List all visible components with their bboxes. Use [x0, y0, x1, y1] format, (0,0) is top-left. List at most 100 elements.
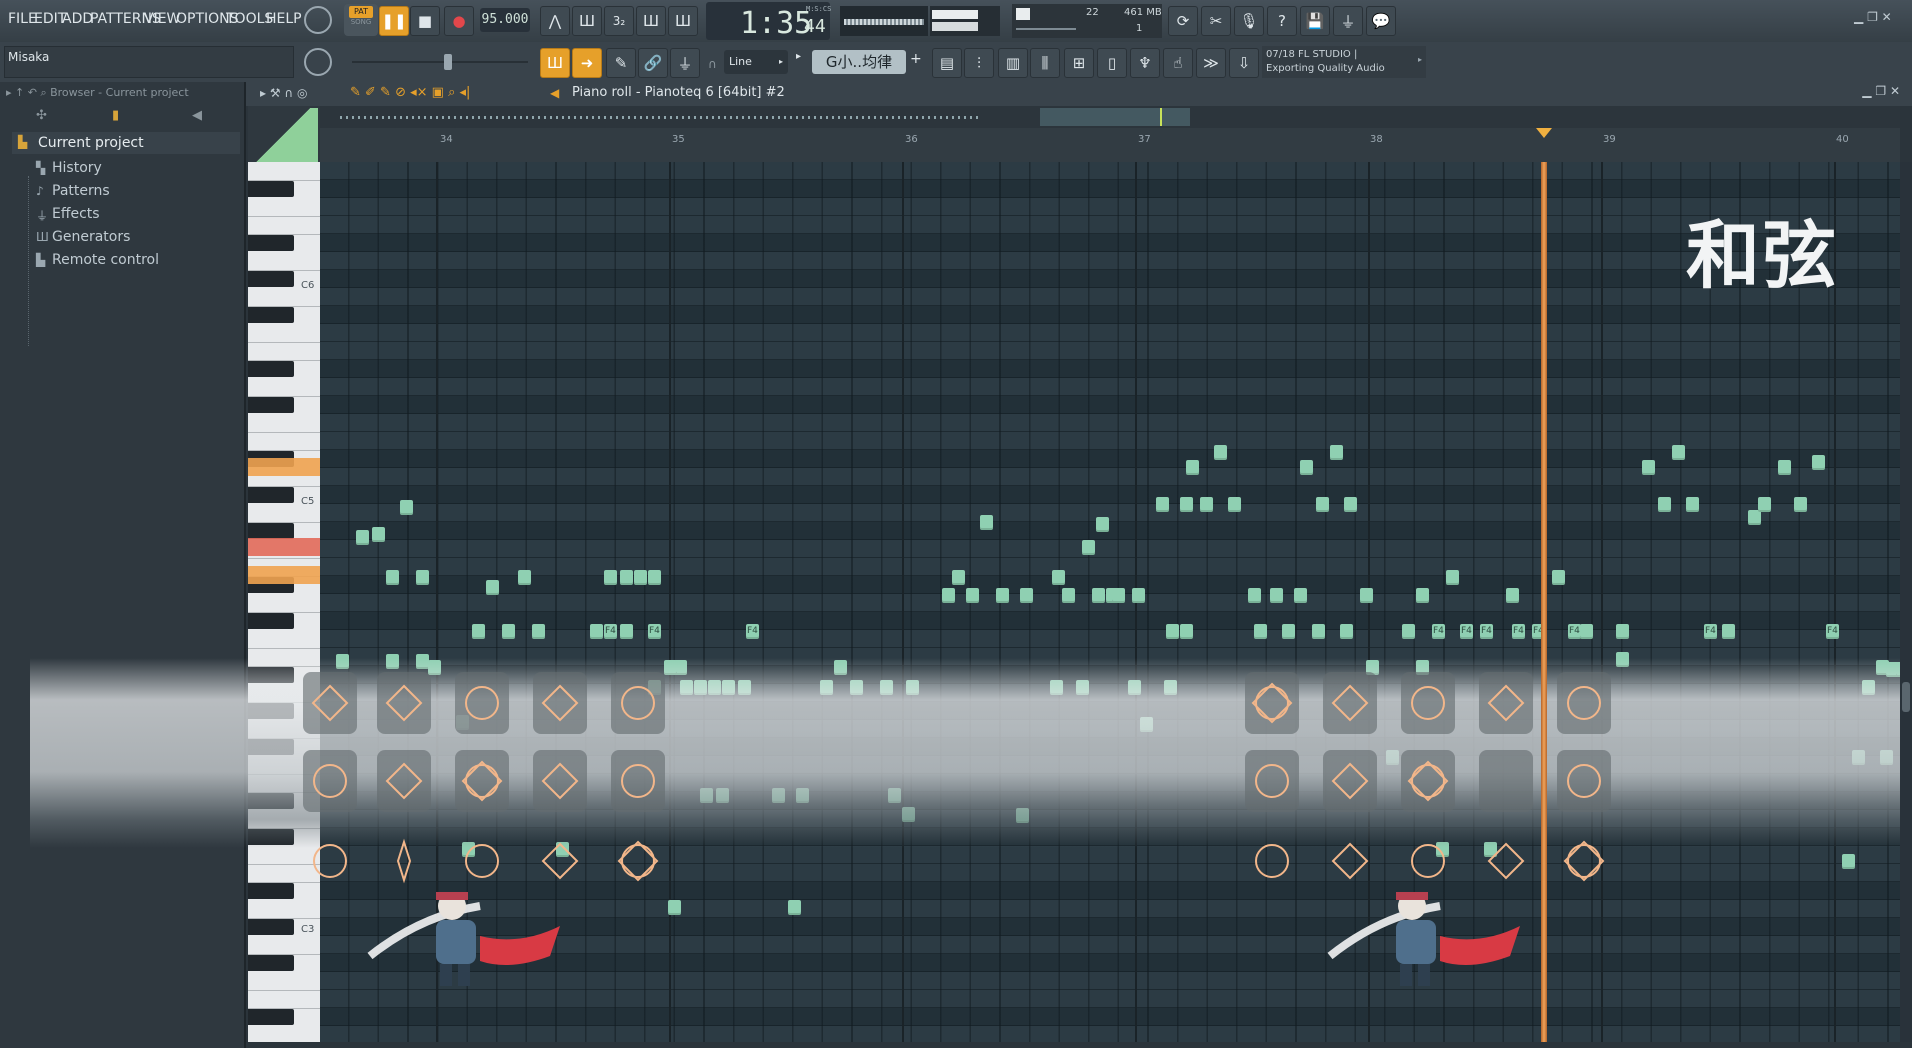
- black-key[interactable]: [248, 613, 294, 629]
- midi-note[interactable]: [1686, 497, 1699, 512]
- midi-note[interactable]: [1300, 460, 1313, 475]
- midi-note[interactable]: [942, 588, 955, 603]
- scale-prev-arrow[interactable]: ▸: [796, 51, 810, 73]
- midi-note[interactable]: [1344, 497, 1357, 512]
- midi-note[interactable]: [620, 624, 633, 639]
- restore-icon[interactable]: ❐: [1875, 84, 1886, 98]
- midi-note[interactable]: [1082, 540, 1095, 555]
- midi-note[interactable]: [356, 530, 369, 545]
- midi-note[interactable]: [1186, 460, 1199, 475]
- minimize-icon[interactable]: ▁: [1862, 84, 1871, 98]
- browser-item-patterns[interactable]: ♪ Patterns: [36, 183, 110, 199]
- step-seq-button[interactable]: ⫶: [964, 48, 994, 78]
- overview-viewport[interactable]: [1040, 108, 1190, 126]
- menu-help[interactable]: HELP: [266, 11, 302, 27]
- midi-note[interactable]: [472, 624, 485, 639]
- midi-note[interactable]: [1748, 510, 1761, 525]
- master-volume-knob[interactable]: [304, 6, 332, 34]
- link-button[interactable]: 🔗: [638, 48, 668, 78]
- midi-note[interactable]: [372, 527, 385, 542]
- midi-note[interactable]: [1446, 570, 1459, 585]
- midi-note[interactable]: [1200, 497, 1213, 512]
- master-pitch-knob[interactable]: [304, 48, 332, 76]
- plugin-db-button[interactable]: ♆: [1130, 48, 1160, 78]
- piano-keyboard[interactable]: C6 C5 C3: [248, 162, 320, 1042]
- midi-note[interactable]: [532, 624, 545, 639]
- midi-note[interactable]: [604, 570, 617, 585]
- pattern-overview-strip[interactable]: [320, 106, 1900, 128]
- midi-note[interactable]: [996, 588, 1009, 603]
- browser-item-generators[interactable]: Ш Generators: [36, 229, 130, 245]
- midi-note[interactable]: [1658, 497, 1671, 512]
- midi-note[interactable]: [1248, 588, 1261, 603]
- plugin-button[interactable]: ⏚: [1333, 6, 1363, 36]
- black-key[interactable]: [248, 271, 294, 287]
- midi-note[interactable]: [1778, 460, 1791, 475]
- midi-note[interactable]: [1402, 624, 1415, 639]
- midi-note[interactable]: [648, 570, 661, 585]
- touch-keyboard-button[interactable]: ☝: [1163, 48, 1193, 78]
- black-key[interactable]: [248, 397, 294, 413]
- browser-item-history[interactable]: ▚ History: [36, 160, 102, 176]
- midi-note[interactable]: [1156, 497, 1169, 512]
- help-button[interactable]: ?: [1267, 6, 1297, 36]
- blend-notes-button[interactable]: Ш: [636, 6, 666, 36]
- midi-note[interactable]: [620, 570, 633, 585]
- plugin-picker-button[interactable]: ▯: [1097, 48, 1127, 78]
- record-button[interactable]: ●: [444, 6, 474, 36]
- midi-note[interactable]: [1842, 854, 1855, 869]
- midi-note[interactable]: [1616, 624, 1629, 639]
- black-key[interactable]: [248, 361, 294, 377]
- browser-toggle-button[interactable]: ⊞: [1064, 48, 1094, 78]
- save-button[interactable]: 💾: [1300, 6, 1330, 36]
- midi-note[interactable]: [1020, 588, 1033, 603]
- midi-note[interactable]: [1722, 624, 1735, 639]
- piano-roll-button[interactable]: Ш: [540, 48, 570, 78]
- midi-note[interactable]: F4: [1432, 624, 1445, 639]
- midi-note[interactable]: [1132, 588, 1145, 603]
- midi-note[interactable]: [1214, 445, 1227, 460]
- midi-note[interactable]: [1282, 624, 1295, 639]
- midi-note[interactable]: [1166, 624, 1179, 639]
- black-key[interactable]: [248, 523, 294, 539]
- magnet-icon[interactable]: ∩: [708, 57, 717, 71]
- midi-note[interactable]: [1180, 624, 1193, 639]
- midi-note[interactable]: [518, 570, 531, 585]
- midi-note[interactable]: [1360, 588, 1373, 603]
- midi-note[interactable]: F4: [648, 624, 661, 639]
- cut-tool-button[interactable]: ✂: [1201, 6, 1231, 36]
- metronome-button[interactable]: ⋀: [540, 6, 570, 36]
- midi-note[interactable]: [1340, 624, 1353, 639]
- midi-note[interactable]: [1254, 624, 1267, 639]
- midi-note[interactable]: [1228, 497, 1241, 512]
- mic-button[interactable]: 🎙: [1234, 6, 1264, 36]
- vertical-scrollbar[interactable]: [1900, 162, 1912, 1042]
- stop-button[interactable]: ■: [410, 6, 440, 36]
- chat-button[interactable]: 💬: [1366, 6, 1396, 36]
- black-key[interactable]: [248, 235, 294, 251]
- time-display[interactable]: 1:35 44 M:S:CS: [706, 2, 831, 41]
- midi-note[interactable]: [1330, 445, 1343, 460]
- midi-note[interactable]: [486, 580, 499, 595]
- collapse-all-icon[interactable]: ✣: [36, 108, 47, 123]
- stamp-button[interactable]: ⏚: [670, 48, 700, 78]
- menu-add[interactable]: ADD: [62, 11, 93, 27]
- midi-note[interactable]: [1052, 570, 1065, 585]
- browser-item-remote-control[interactable]: ▙ Remote control: [36, 252, 159, 268]
- playlist-button[interactable]: ▤: [932, 48, 962, 78]
- midi-note[interactable]: [1506, 588, 1519, 603]
- refresh-button[interactable]: ⟳: [1168, 6, 1198, 36]
- midi-note[interactable]: [400, 500, 413, 515]
- midi-note[interactable]: F4: [1460, 624, 1473, 639]
- midi-note[interactable]: [590, 624, 603, 639]
- midi-note[interactable]: [1416, 588, 1429, 603]
- menu-file[interactable]: FILE: [8, 11, 37, 27]
- midi-note[interactable]: [1096, 517, 1109, 532]
- export-button[interactable]: ⇩: [1229, 48, 1259, 78]
- close-icon[interactable]: ✕: [1882, 10, 1892, 24]
- midi-note[interactable]: [1758, 497, 1771, 512]
- midi-note[interactable]: F4: [1704, 624, 1717, 639]
- browser-item-effects[interactable]: ⏚ Effects: [36, 206, 100, 223]
- tempo-display[interactable]: 95.000: [480, 8, 530, 32]
- mixer-button[interactable]: ⫼: [1030, 48, 1060, 78]
